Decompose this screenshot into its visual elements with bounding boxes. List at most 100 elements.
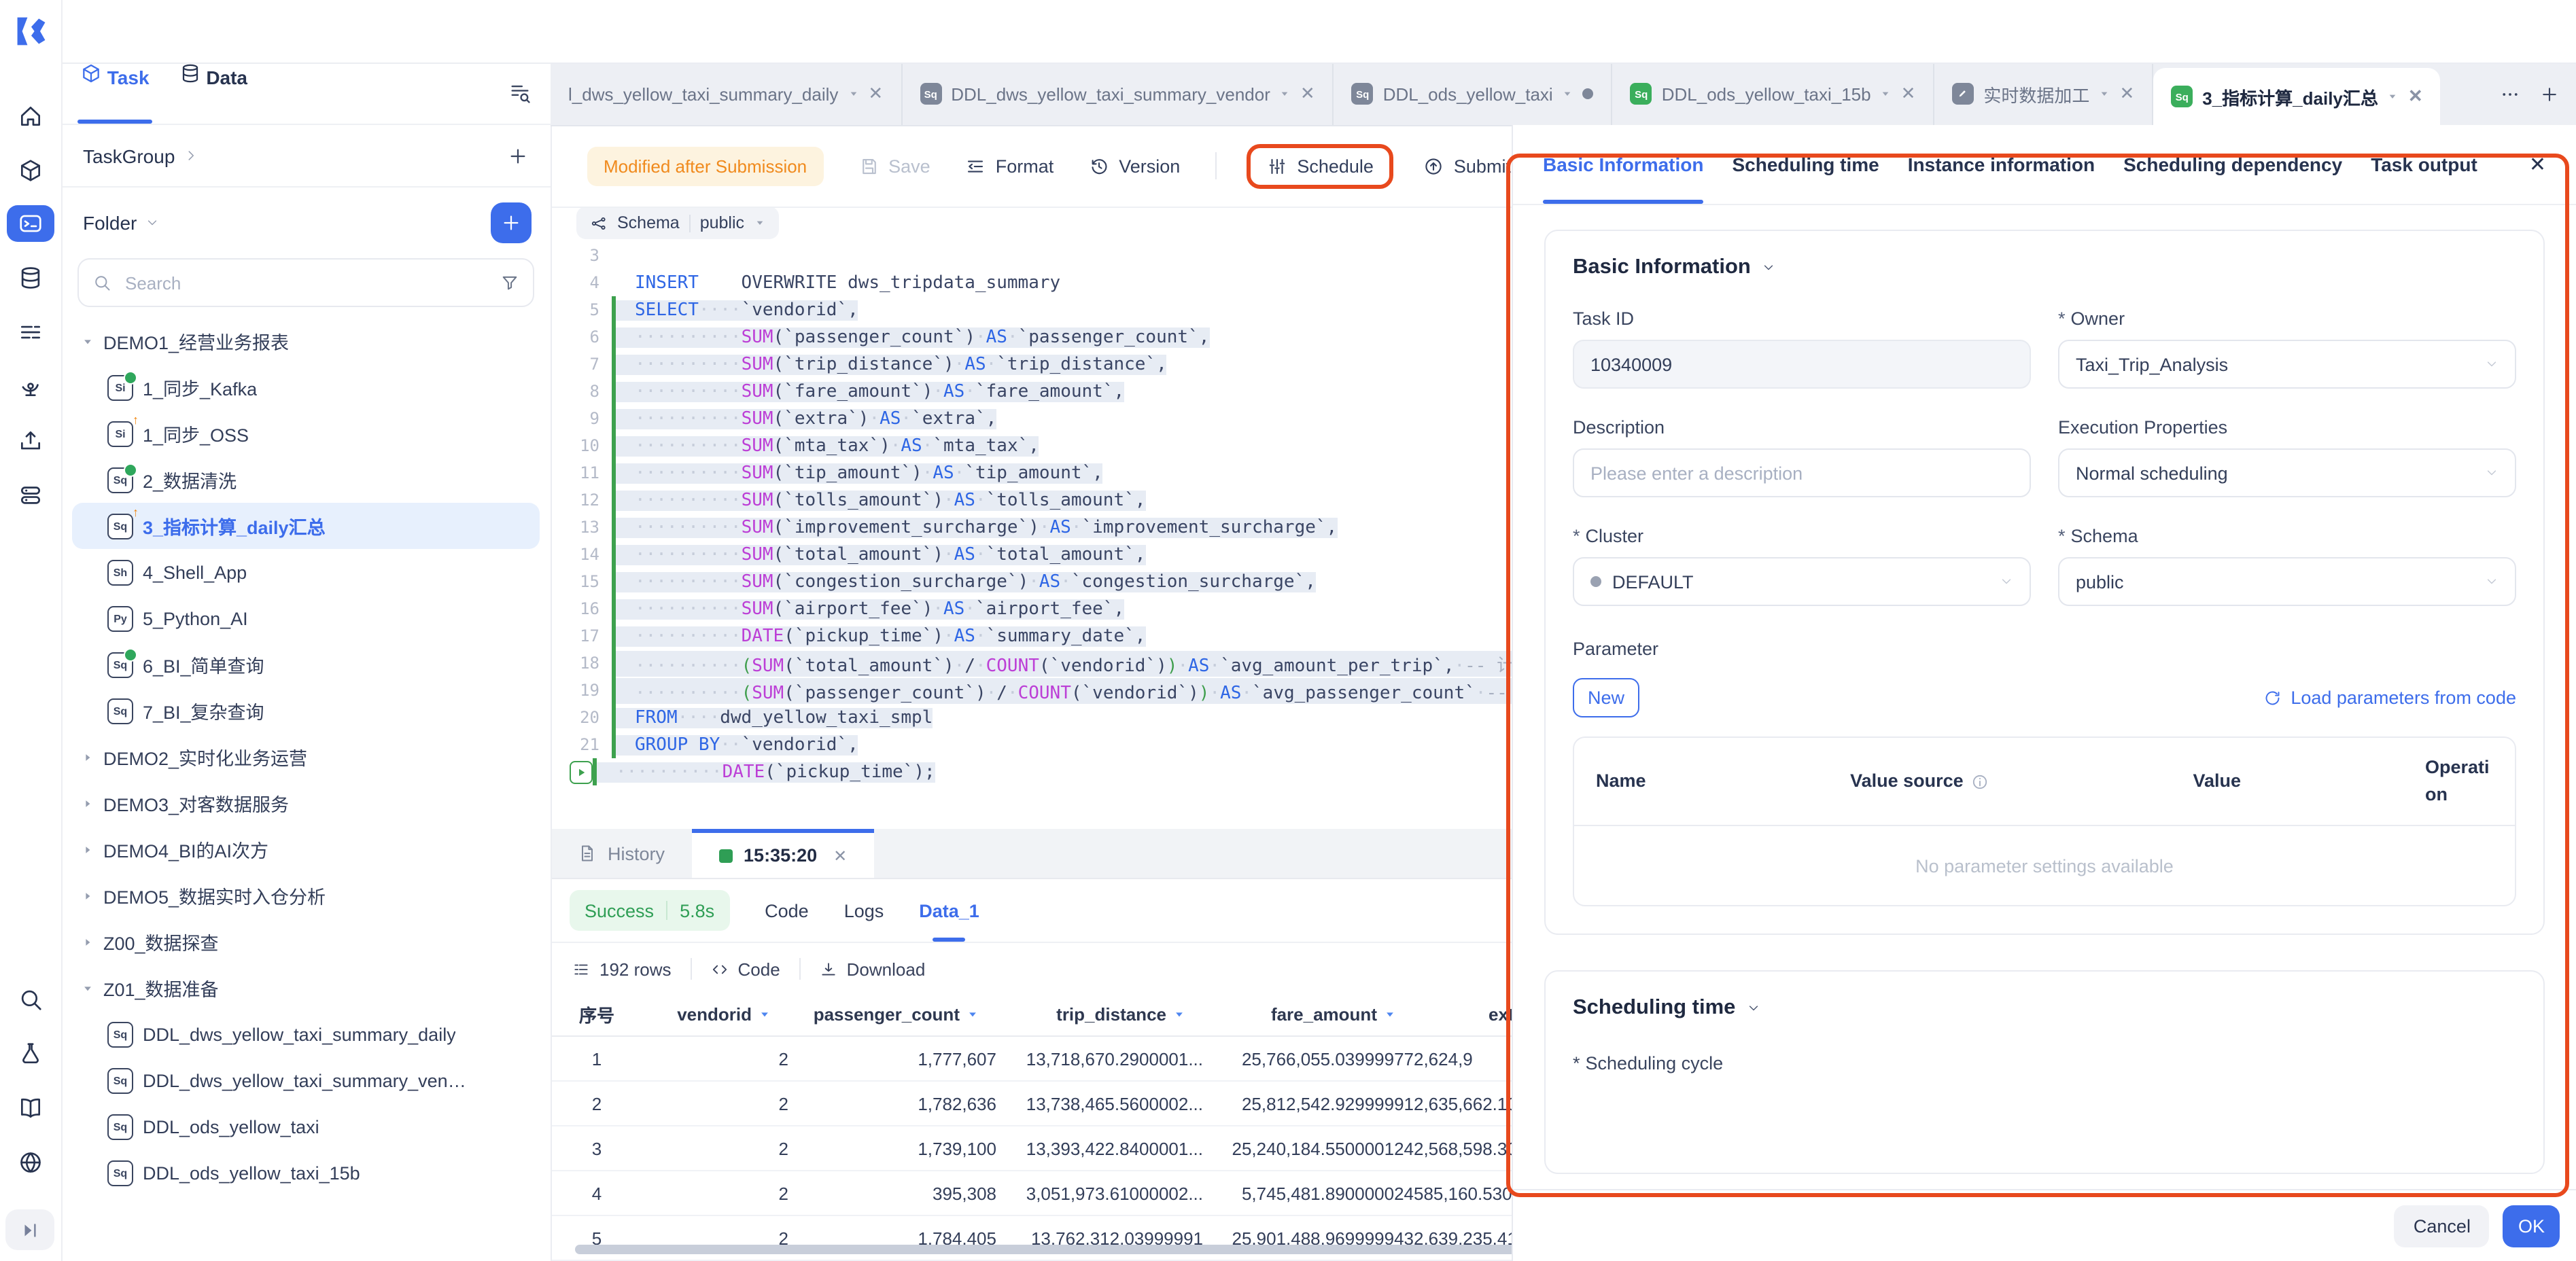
caret-down-icon[interactable] [2388, 91, 2399, 102]
caret-down-icon[interactable] [1280, 88, 1291, 99]
run-time-tab[interactable]: 15:35:20 ✕ [692, 829, 874, 878]
tree-item[interactable]: SqDDL_dws_yellow_taxi_summary_daily [72, 1011, 540, 1057]
result-tab-data_1[interactable]: Data_1 [919, 879, 979, 942]
tab-task[interactable]: Task [80, 63, 150, 124]
tree-item[interactable]: Si↑1_同步_OSS [72, 410, 540, 457]
caret-down-icon[interactable] [2099, 88, 2110, 99]
editor-tab[interactable]: Sq3_指标计算_daily汇总✕ [2153, 68, 2440, 125]
tree-folder[interactable]: Z00_数据探查 [72, 919, 540, 965]
column-header[interactable]: trip_distance [996, 992, 1203, 1036]
close-icon[interactable]: ✕ [868, 83, 883, 105]
download-button[interactable]: Download [820, 959, 926, 979]
close-icon[interactable]: ✕ [2119, 83, 2134, 105]
result-tab-logs[interactable]: Logs [844, 879, 884, 942]
cluster-select[interactable]: DEFAULT [1573, 557, 2031, 606]
column-header[interactable]: 序号 [551, 992, 643, 1036]
app-logo-icon[interactable] [14, 14, 49, 49]
column-header[interactable]: vendorid [643, 992, 788, 1036]
owner-select[interactable]: Taxi_Trip_Analysis [2058, 340, 2516, 389]
load-parameters-link[interactable]: Load parameters from code [2263, 688, 2516, 708]
rail-globe-button[interactable] [10, 1144, 52, 1181]
format-button[interactable]: Format [966, 156, 1054, 176]
unsaved-dot-icon[interactable] [1583, 88, 1594, 99]
result-tab-code[interactable]: Code [765, 879, 809, 942]
view-code-button[interactable]: Code [711, 959, 780, 979]
editor-tab[interactable]: SqDDL_dws_yellow_taxi_summary_vendor✕ [902, 63, 1334, 125]
rail-book-button[interactable] [10, 1090, 52, 1126]
rail-home-button[interactable] [10, 98, 52, 135]
rail-resources-button[interactable] [10, 477, 52, 514]
rail-data-cube-button[interactable] [10, 152, 52, 189]
tree-item[interactable]: Sq7_BI_复杂查询 [72, 688, 540, 734]
add-taskgroup-button[interactable] [507, 145, 529, 166]
close-icon[interactable]: ✕ [833, 846, 847, 865]
add-folder-button[interactable] [491, 202, 532, 243]
chevron-down-icon[interactable] [145, 216, 158, 230]
more-tabs-icon[interactable] [2500, 84, 2520, 104]
new-tab-icon[interactable] [2539, 84, 2560, 104]
tree-folder[interactable]: DEMO3_对客数据服务 [72, 780, 540, 826]
tree-item[interactable]: SqDDL_dws_yellow_taxi_summary_ven… [72, 1057, 540, 1103]
rail-task-list-button[interactable] [10, 314, 52, 351]
tree-item[interactable]: SqDDL_ods_yellow_taxi [72, 1103, 540, 1150]
info-icon[interactable] [1972, 772, 1989, 790]
editor-tab[interactable]: SqDDL_ods_yellow_taxi_15b✕ [1613, 63, 1935, 125]
schedule-button[interactable]: Schedule [1267, 156, 1374, 176]
tab-data[interactable]: Data [179, 63, 248, 124]
panel-tab-instance-information[interactable]: Instance information [1908, 125, 2095, 204]
search-input[interactable] [122, 271, 489, 294]
collapse-sidebar-button[interactable] [5, 1209, 54, 1250]
ok-button[interactable]: OK [2503, 1205, 2560, 1247]
tree-folder[interactable]: Z01_数据准备 [72, 965, 540, 1011]
run-from-line-icon[interactable] [570, 760, 593, 783]
horizontal-scrollbar[interactable] [575, 1245, 1527, 1254]
close-icon[interactable]: ✕ [2408, 86, 2423, 107]
panel-tab-task-output[interactable]: Task output [2371, 125, 2477, 204]
close-icon[interactable]: ✕ [1300, 83, 1315, 105]
tree-item[interactable]: Py5_Python_AI [72, 595, 540, 641]
tree-item[interactable]: Si1_同步_Kafka [72, 364, 540, 410]
sort-caret-icon[interactable] [1384, 1008, 1396, 1020]
chevron-right-icon[interactable] [183, 148, 198, 163]
schema-select[interactable]: public [2058, 557, 2516, 606]
history-tab[interactable]: History [551, 829, 692, 878]
column-header[interactable]: fare_amount [1203, 992, 1414, 1036]
rail-dev-terminal-button[interactable] [7, 205, 54, 242]
panel-tab-scheduling-time[interactable]: Scheduling time [1733, 125, 1879, 204]
tree-item[interactable]: Sq2_数据清洗 [72, 457, 540, 503]
cancel-button[interactable]: Cancel [2395, 1205, 2490, 1247]
description-field[interactable]: Please enter a description [1573, 448, 2031, 497]
editor-tab[interactable]: l_dws_yellow_taxi_summary_daily✕ [551, 63, 902, 125]
submit-button[interactable]: Submit [1424, 156, 1511, 176]
tree-item[interactable]: Sq6_BI_简单查询 [72, 641, 540, 688]
rail-flask-button[interactable] [10, 1035, 52, 1072]
caret-down-icon[interactable] [1563, 88, 1573, 99]
tree-folder[interactable]: DEMO5_数据实时入仓分析 [72, 872, 540, 919]
new-parameter-button[interactable]: New [1573, 678, 1639, 717]
basic-information-title[interactable]: Basic Information [1573, 255, 2516, 280]
sort-caret-icon[interactable] [759, 1008, 771, 1020]
tree-folder[interactable]: DEMO1_经营业务报表 [72, 318, 540, 364]
editor-tab[interactable]: SqDDL_ods_yellow_taxi [1334, 63, 1613, 125]
caret-down-icon[interactable] [1881, 88, 1892, 99]
rail-search-button[interactable] [10, 981, 52, 1018]
locate-file-icon[interactable] [508, 82, 532, 105]
rail-data-integration-button[interactable] [10, 368, 52, 405]
sort-caret-icon[interactable] [1173, 1008, 1185, 1020]
sort-caret-icon[interactable] [967, 1008, 979, 1020]
tree-folder[interactable]: DEMO4_BI的AI次方 [72, 826, 540, 872]
scheduling-time-title[interactable]: Scheduling time [1573, 996, 2516, 1020]
execution-properties-select[interactable]: Normal scheduling [2058, 448, 2516, 497]
version-button[interactable]: Version [1089, 156, 1180, 176]
tree-item[interactable]: Sq↑3_指标计算_daily汇总 [72, 503, 540, 549]
column-header[interactable]: passenger_count [788, 992, 996, 1036]
filter-funnel-icon[interactable] [500, 273, 519, 292]
rail-publish-button[interactable] [10, 423, 52, 459]
rail-database-button[interactable] [10, 260, 52, 296]
panel-tab-scheduling-dependency[interactable]: Scheduling dependency [2123, 125, 2342, 204]
save-button[interactable]: Save [858, 156, 930, 176]
tree-item[interactable]: Sh4_Shell_App [72, 549, 540, 595]
tree-item[interactable]: SqDDL_ods_yellow_taxi_15b [72, 1150, 540, 1196]
close-icon[interactable]: ✕ [2529, 152, 2546, 177]
close-icon[interactable]: ✕ [1901, 83, 1916, 105]
